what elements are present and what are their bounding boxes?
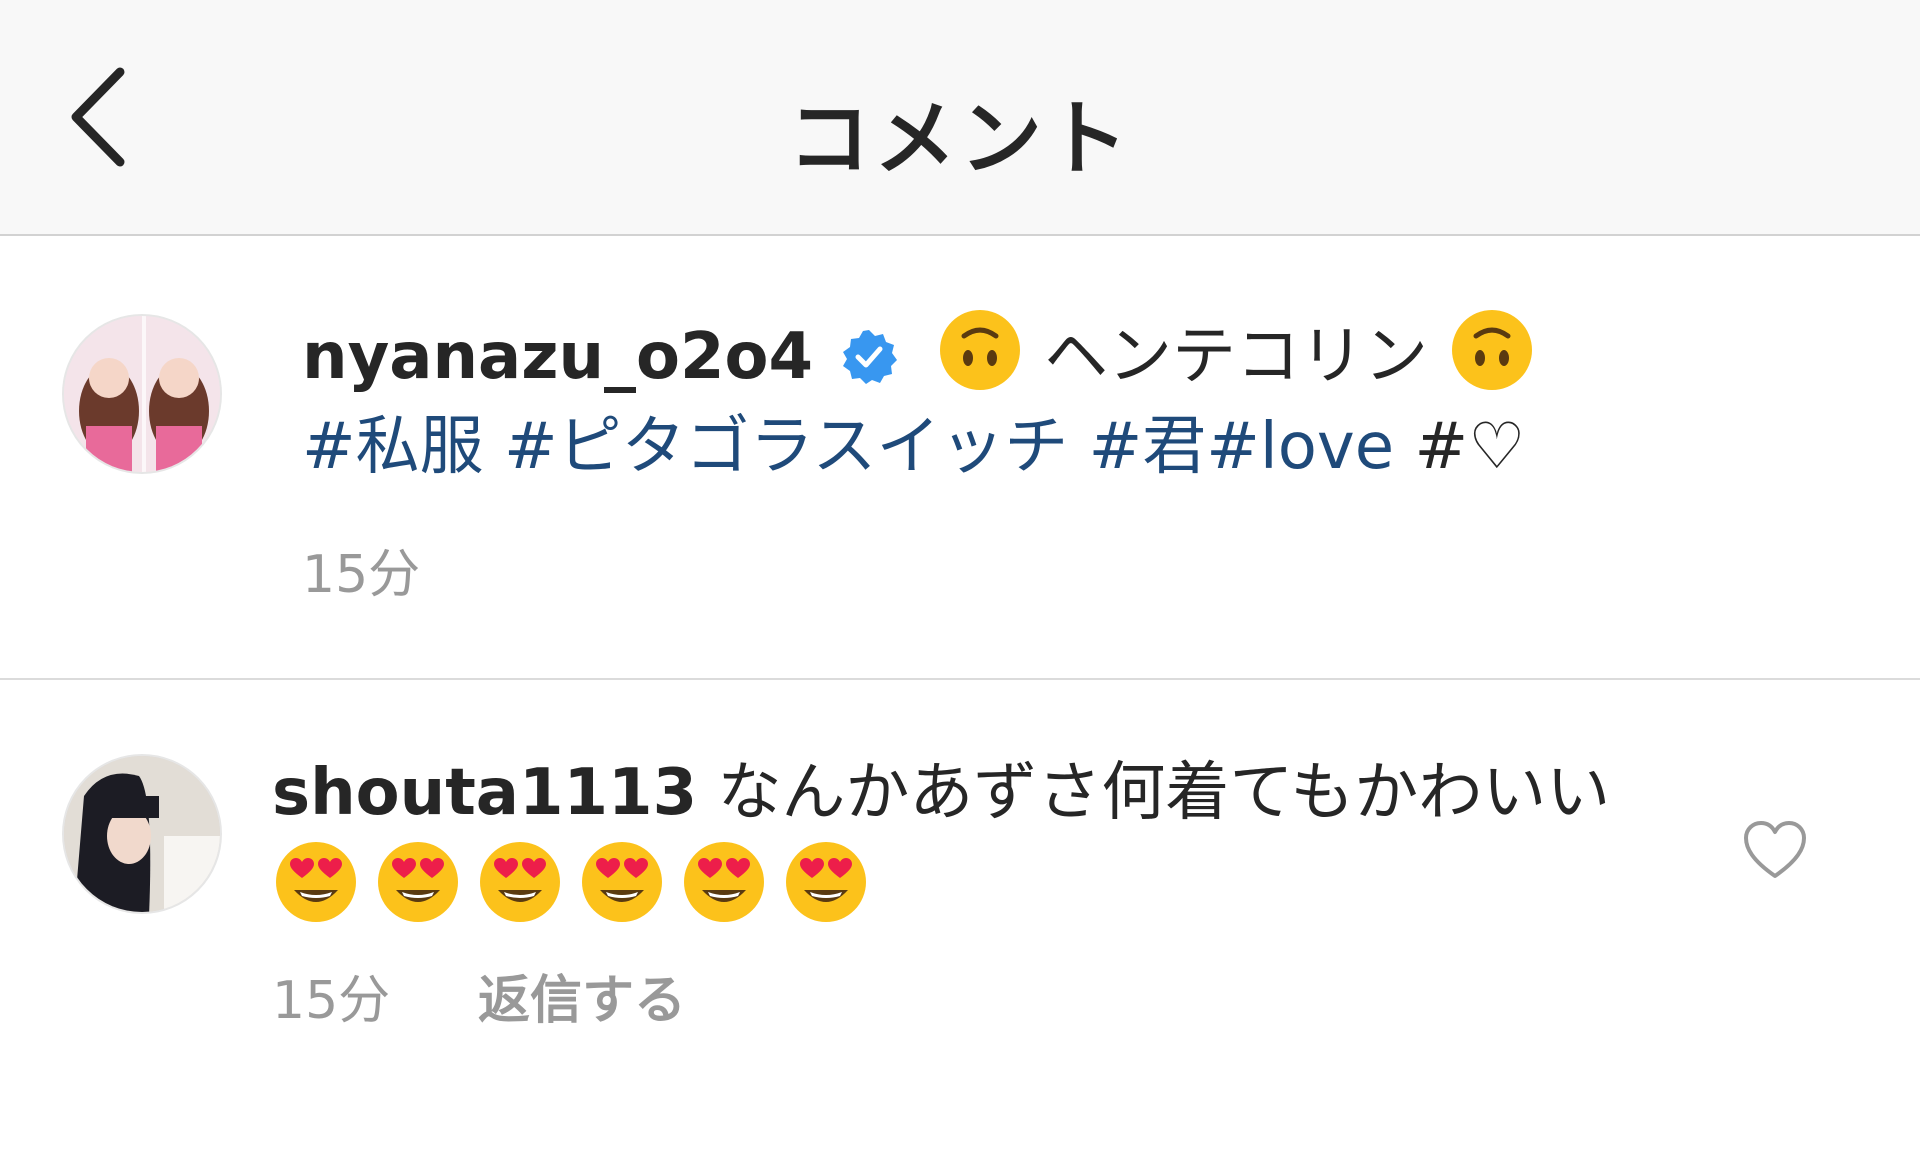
caption-row: nyanazu_o2o4 ヘンテコリン #私服 #ピタゴラスイッチ #君#lov…	[0, 236, 1920, 680]
caption-message: ヘンテコリン	[1044, 320, 1429, 394]
avatar-photo	[64, 756, 220, 912]
reply-button[interactable]: 返信する	[478, 958, 686, 1033]
heart-eyes-emoji-icon	[684, 842, 764, 922]
heart-eyes-emoji-icon	[276, 842, 356, 922]
avatar[interactable]	[62, 314, 222, 474]
hashtag-link[interactable]: #私服	[302, 410, 484, 484]
hashtag-link[interactable]: #love	[1206, 410, 1394, 484]
avatar[interactable]	[62, 754, 222, 914]
verified-badge-icon	[843, 330, 898, 384]
comment-message: なんかあずさ何着てもかわいい	[717, 756, 1611, 830]
comments-screen: コメント nyanazu_o2o4 ヘンテコリン #私服 #ピタゴラスイッチ #…	[0, 0, 1920, 1168]
comment-username[interactable]: shouta1113	[272, 756, 697, 830]
caption-timestamp: 15分	[302, 545, 421, 605]
nav-header: コメント	[0, 0, 1920, 236]
comment-text: shouta1113 なんかあずさ何着てもかわいい	[272, 748, 1612, 936]
emoji-row	[272, 842, 884, 928]
upside-down-face-emoji-icon	[1452, 310, 1533, 390]
caption-trailing-text: #♡	[1414, 410, 1526, 484]
heart-eyes-emoji-icon	[582, 842, 662, 922]
heart-eyes-emoji-icon	[378, 842, 458, 922]
hashtag-link[interactable]: #君	[1089, 410, 1207, 484]
caption-text: nyanazu_o2o4 ヘンテコリン #私服 #ピタゴラスイッチ #君#lov…	[302, 306, 1602, 492]
comment-row: shouta1113 なんかあずさ何着てもかわいい 15分 返信する	[0, 680, 1920, 1168]
caption-username[interactable]: nyanazu_o2o4	[302, 320, 813, 394]
upside-down-face-emoji-icon	[939, 310, 1020, 390]
page-title: コメント	[787, 92, 1132, 187]
heart-eyes-emoji-icon	[480, 842, 560, 922]
heart-outline-icon[interactable]	[1742, 820, 1808, 880]
heart-eyes-emoji-icon	[786, 842, 866, 922]
avatar-photo	[64, 316, 220, 472]
hashtag-link[interactable]: #ピタゴラスイッチ	[504, 410, 1068, 484]
comment-timestamp: 15分	[272, 971, 391, 1031]
